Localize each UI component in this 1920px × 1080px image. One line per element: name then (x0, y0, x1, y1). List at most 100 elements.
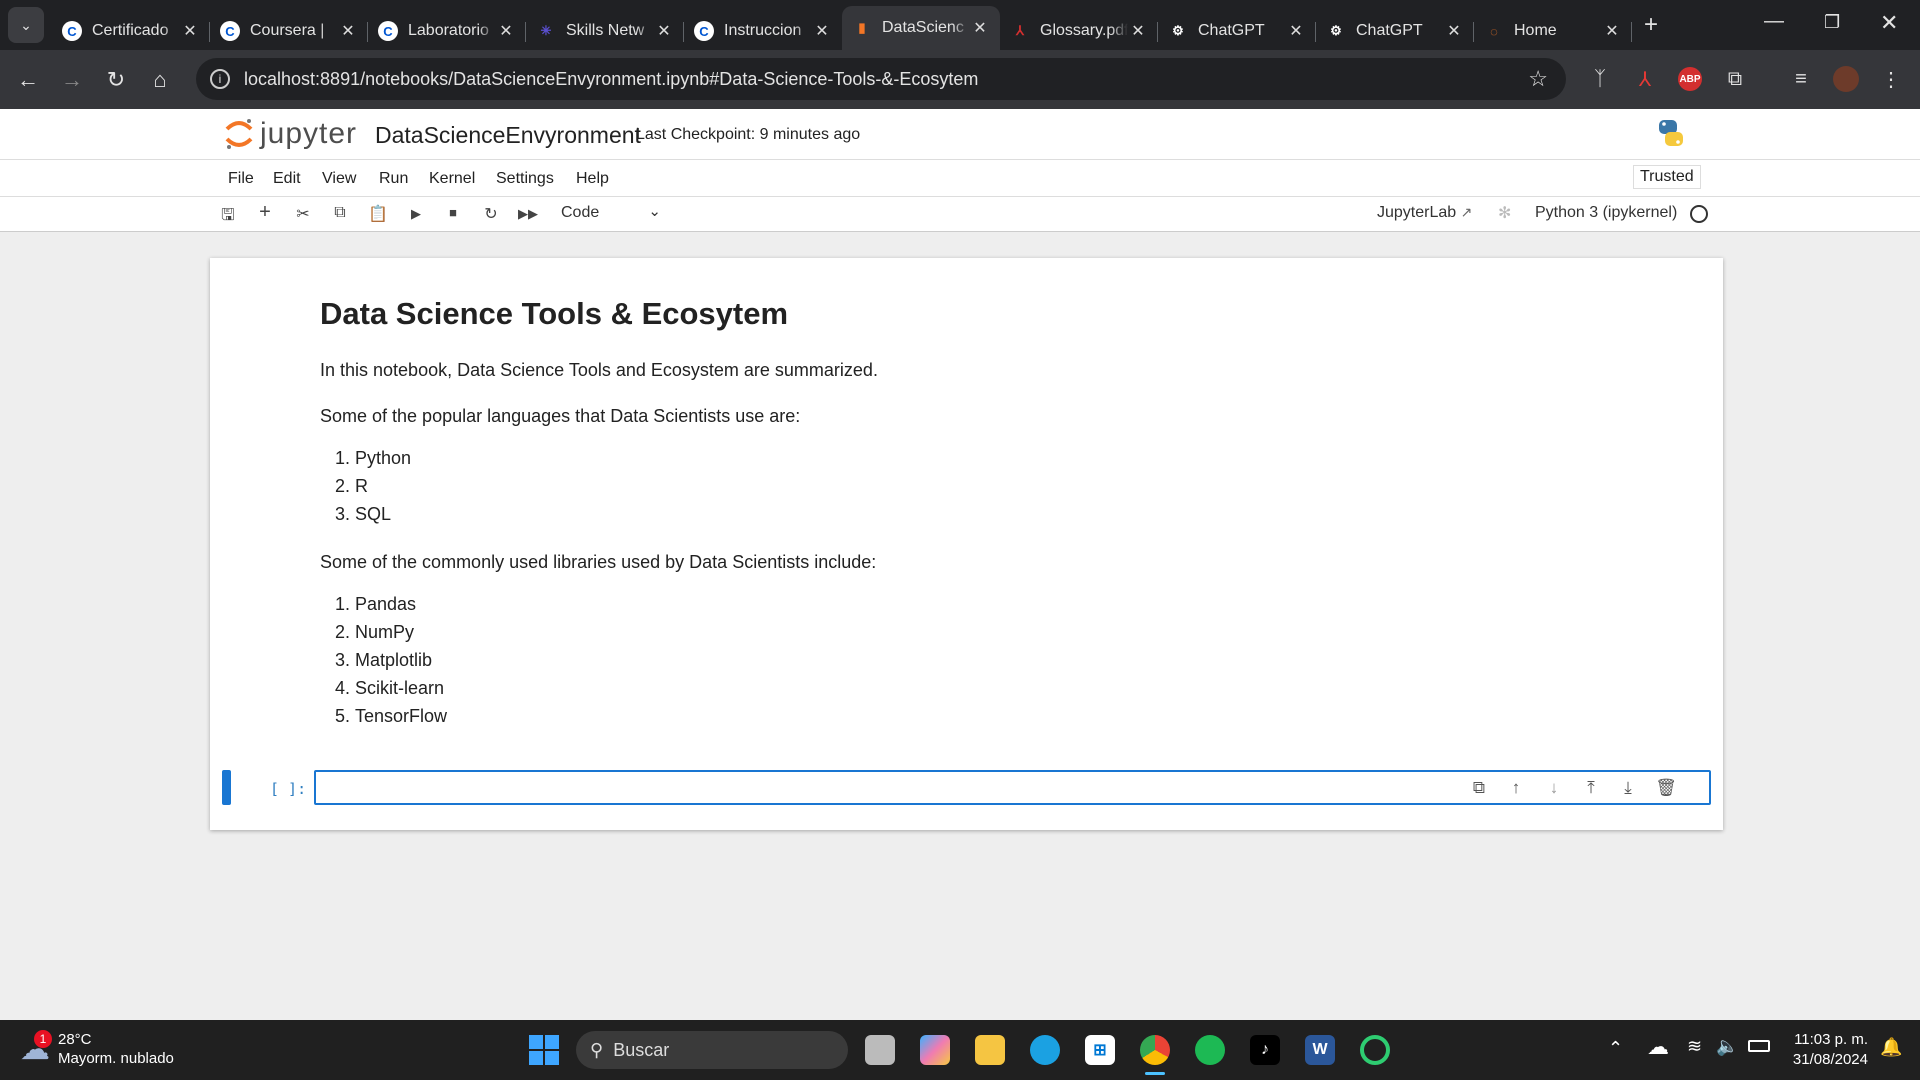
debugger-icon[interactable]: ✻ (1498, 203, 1511, 223)
chevron-down-icon: ⌄ (648, 203, 661, 220)
clock[interactable]: 11:03 p. m. 31/08/2024 (1784, 1030, 1868, 1070)
close-window-button[interactable]: ✕ (1880, 10, 1898, 36)
browser-tab[interactable]: C Certificado ✕ (52, 12, 210, 50)
minimize-button[interactable]: — (1764, 10, 1784, 33)
close-tab-icon[interactable]: ✕ (1128, 21, 1148, 41)
back-icon[interactable]: ← (6, 67, 50, 93)
cell-type-select[interactable]: Code ⌄ (561, 203, 661, 222)
menu-view[interactable]: View (322, 170, 356, 188)
url-text[interactable]: localhost:8891/notebooks/DataScienceEnvy… (244, 69, 978, 90)
close-tab-icon[interactable]: ✕ (1444, 21, 1464, 41)
kernel-name[interactable]: Python 3 (ipykernel) (1535, 204, 1677, 222)
kernel-status-icon (1690, 205, 1708, 223)
duplicate-cell-icon[interactable]: ⧉ (1467, 778, 1491, 798)
insert-below-icon[interactable]: ⤓ (1616, 778, 1640, 798)
browser-menu-icon[interactable]: ⋮ (1874, 62, 1908, 96)
markdown-cell[interactable]: Data Science Tools & Ecosytem In this no… (320, 296, 1620, 752)
browser-tab[interactable]: ◌ Home ✕ (1474, 12, 1632, 50)
forward-icon[interactable]: → (50, 67, 94, 93)
site-info-icon[interactable]: i (210, 69, 230, 89)
acrobat-extension-icon[interactable]: ⅄ (1628, 62, 1662, 96)
menu-edit[interactable]: Edit (273, 170, 301, 188)
battery-icon[interactable] (1748, 1040, 1770, 1052)
browser-tab[interactable]: ⚙ ChatGPT ✕ (1158, 12, 1316, 50)
menu-file[interactable]: File (228, 170, 254, 188)
jupyterlab-link[interactable]: JupyterLab ↗ (1377, 204, 1472, 222)
tab-search-button[interactable]: ⌄ (8, 7, 44, 43)
extension-icon[interactable]: ᛉ (1583, 62, 1617, 96)
chrome-active-indicator (1145, 1072, 1165, 1075)
browser-tab[interactable]: C Instruccion ✕ (684, 12, 842, 50)
move-up-icon[interactable]: ↑ (1504, 778, 1528, 798)
restart-icon[interactable]: ↻ (479, 204, 503, 226)
extensions-puzzle-icon[interactable]: ⧉ (1718, 62, 1752, 96)
copy-icon[interactable]: ⧉ (328, 204, 352, 226)
code-cell-input[interactable]: ⧉ ↑ ↓ ⤒ ⤓ 🗑 (314, 770, 1711, 805)
browser-tab[interactable]: ⚙ ChatGPT ✕ (1316, 12, 1474, 50)
run-icon[interactable]: ▶ (404, 206, 428, 228)
menu-settings[interactable]: Settings (496, 170, 554, 188)
paste-icon[interactable]: 📋 (366, 204, 390, 226)
save-icon[interactable]: 🖫 (216, 204, 240, 226)
close-tab-icon[interactable]: ✕ (496, 21, 516, 41)
microsoft-store-icon[interactable]: ⊞ (1085, 1035, 1115, 1065)
media-control-icon[interactable]: ≡ (1784, 62, 1818, 96)
volume-icon[interactable]: 🔈 (1716, 1036, 1738, 1057)
chrome-icon[interactable] (1140, 1035, 1170, 1065)
reload-icon[interactable]: ↻ (94, 67, 138, 93)
profile-avatar[interactable] (1829, 62, 1863, 96)
edge-icon[interactable] (1030, 1035, 1060, 1065)
menu-run[interactable]: Run (379, 170, 408, 188)
close-tab-icon[interactable]: ✕ (970, 18, 990, 38)
windows-start-icon[interactable] (529, 1035, 559, 1065)
menu-help[interactable]: Help (576, 170, 609, 188)
copilot-icon[interactable] (920, 1035, 950, 1065)
adblock-extension-icon[interactable]: ABP (1673, 62, 1707, 96)
close-tab-icon[interactable]: ✕ (1602, 21, 1622, 41)
new-tab-button[interactable]: + (1644, 11, 1658, 39)
address-bar[interactable]: i localhost:8891/notebooks/DataScienceEn… (196, 58, 1566, 100)
browser-tab[interactable]: C Coursera | ✕ (210, 12, 368, 50)
menu-kernel[interactable]: Kernel (429, 170, 475, 188)
close-tab-icon[interactable]: ✕ (180, 21, 200, 41)
weather-widget[interactable]: ☁ 1 28°C Mayorm. nublado (20, 1029, 174, 1068)
close-tab-icon[interactable]: ✕ (1286, 21, 1306, 41)
loading-app-icon[interactable] (1360, 1035, 1390, 1065)
notebook-name[interactable]: DataScienceEnvyronment (375, 122, 641, 149)
trusted-badge[interactable]: Trusted (1633, 165, 1701, 189)
browser-tab[interactable]: ✳ Skills Netw ✕ (526, 12, 684, 50)
delete-cell-icon[interactable]: 🗑 (1654, 778, 1678, 798)
bookmark-star-icon[interactable]: ☆ (1528, 66, 1548, 92)
show-hidden-icons[interactable]: ⌃ (1608, 1038, 1623, 1059)
spotify-icon[interactable] (1195, 1035, 1225, 1065)
close-tab-icon[interactable]: ✕ (338, 21, 358, 41)
tiktok-icon[interactable]: ♪ (1250, 1035, 1280, 1065)
insert-cell-icon[interactable]: + (253, 201, 277, 223)
home-icon[interactable]: ⌂ (138, 67, 182, 93)
onedrive-icon[interactable]: ☁ (1647, 1034, 1669, 1060)
task-view-icon[interactable] (865, 1035, 895, 1065)
word-icon[interactable]: W (1305, 1035, 1335, 1065)
file-explorer-icon[interactable] (975, 1035, 1005, 1065)
weather-badge: 1 (34, 1029, 52, 1048)
browser-tab[interactable]: ⅄ Glossary.pdf ✕ (1000, 12, 1158, 50)
insert-above-icon[interactable]: ⤒ (1579, 778, 1603, 798)
coursera-icon: C (62, 21, 82, 41)
interrupt-icon[interactable]: ■ (441, 205, 465, 227)
jupyter-logo[interactable]: jupyter (224, 117, 357, 151)
notebook-toolbar: 🖫 + ✂ ⧉ 📋 ▶ ■ ↻ ▶▶ Code ⌄ JupyterLab ↗ ✻… (0, 197, 1920, 232)
browser-tab[interactable]: ▮ DataScienc ✕ (842, 6, 1000, 50)
tab-title: Home (1514, 22, 1557, 39)
search-placeholder: Buscar (613, 1039, 670, 1060)
cut-icon[interactable]: ✂ (291, 204, 315, 226)
close-tab-icon[interactable]: ✕ (812, 21, 832, 41)
notebook-panel: Data Science Tools & Ecosytem In this no… (210, 258, 1723, 830)
close-tab-icon[interactable]: ✕ (654, 21, 674, 41)
restart-run-all-icon[interactable]: ▶▶ (516, 206, 540, 228)
browser-tab[interactable]: C Laboratorio ✕ (368, 12, 526, 50)
restore-button[interactable]: ❐ (1824, 12, 1840, 33)
taskbar-search[interactable]: ⚲ Buscar (576, 1031, 848, 1069)
move-down-icon[interactable]: ↓ (1542, 778, 1566, 798)
notification-bell-icon[interactable]: 🔔 (1880, 1037, 1902, 1058)
wifi-icon[interactable]: ≋ (1687, 1036, 1702, 1057)
